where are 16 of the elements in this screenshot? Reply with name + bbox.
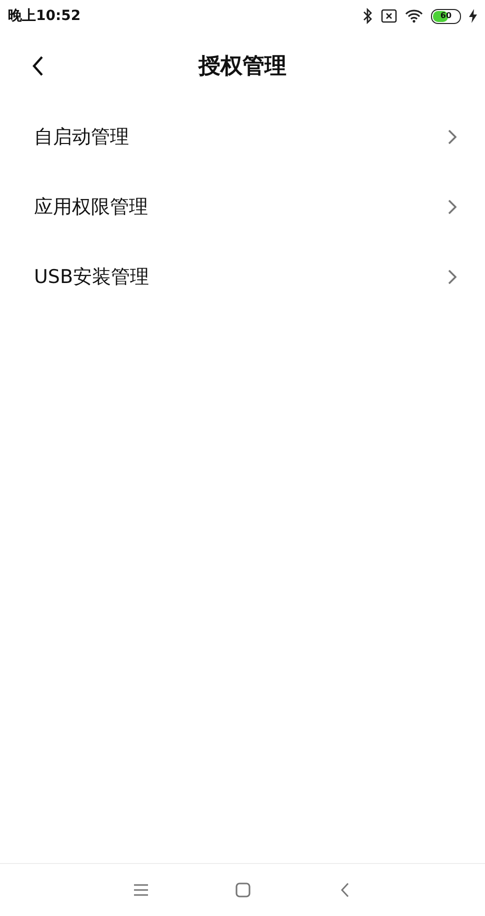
- chevron-left-icon: [31, 55, 45, 77]
- chevron-right-icon: [447, 199, 457, 215]
- menu-item[interactable]: USB安装管理: [34, 264, 150, 290]
- wifi-icon: [405, 9, 423, 23]
- chevron-left-icon: [340, 882, 350, 898]
- page-title: 授权管理: [198, 53, 286, 81]
- menu-icon: [132, 883, 148, 897]
- status-time: 晚上10:52: [8, 7, 81, 25]
- home-button[interactable]: [232, 880, 252, 900]
- no-sim-icon: [381, 9, 397, 23]
- chevron-right-icon: [447, 269, 457, 285]
- menu-item[interactable]: 应用权限管理: [34, 194, 148, 220]
- chevron-right-icon: [447, 129, 457, 145]
- bluetooth-icon: [363, 8, 373, 24]
- square-icon: [234, 882, 250, 898]
- menu-item[interactable]: 自启动管理: [34, 124, 129, 150]
